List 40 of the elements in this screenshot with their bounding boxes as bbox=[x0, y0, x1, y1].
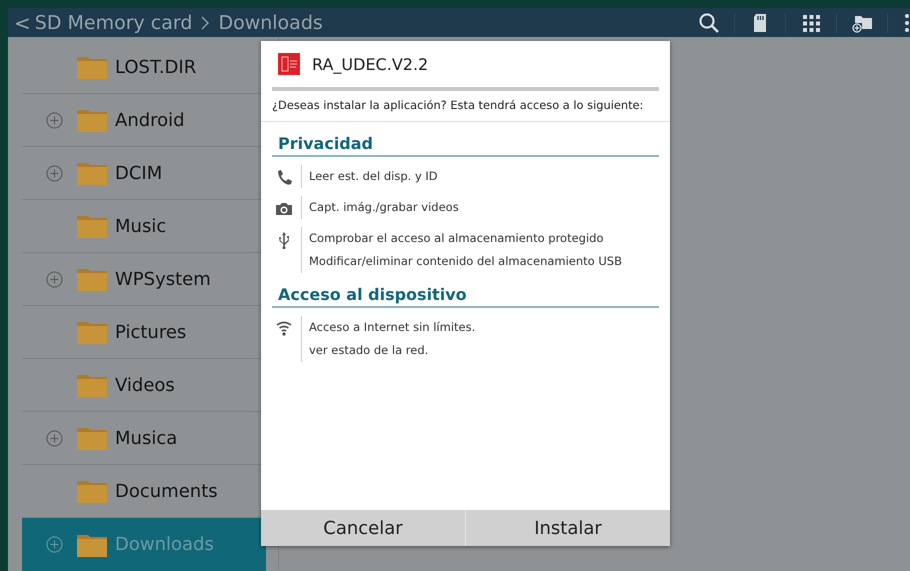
section-title: Privacidad bbox=[272, 128, 659, 157]
more-icon[interactable] bbox=[904, 12, 910, 34]
wifi-icon bbox=[275, 320, 293, 338]
folder-icon bbox=[77, 532, 107, 556]
folder-icon bbox=[77, 55, 107, 79]
breadcrumb[interactable]: Downloads bbox=[218, 12, 323, 34]
folder-name: LOST.DIR bbox=[115, 56, 196, 78]
chevron-icon bbox=[200, 16, 210, 30]
folder-icon bbox=[77, 320, 107, 344]
install-question: ¿Deseas instalar la aplicación? Esta tendrá acceso a lo siguiente: bbox=[261, 91, 670, 122]
breadcrumb[interactable]: SD Memory card bbox=[34, 12, 192, 34]
back-button[interactable]: < bbox=[14, 10, 31, 34]
folder-name: Videos bbox=[115, 374, 175, 396]
folder-icon bbox=[77, 267, 107, 291]
search-icon[interactable] bbox=[698, 12, 720, 34]
folder-name: WPSystem bbox=[115, 268, 211, 290]
permission-text: Leer est. del disp. y ID bbox=[309, 168, 438, 185]
folder-name: Downloads bbox=[115, 534, 214, 555]
folder-icon bbox=[77, 479, 107, 503]
phone-icon bbox=[275, 169, 293, 187]
camera-icon bbox=[275, 200, 293, 218]
folder-name: Musica bbox=[115, 428, 178, 448]
app-name: RA_UDEC.V2.2 bbox=[312, 54, 428, 74]
folder-name: Android bbox=[115, 110, 185, 130]
folder-name: Pictures bbox=[115, 322, 186, 342]
folder-icon bbox=[77, 108, 107, 132]
folder-icon bbox=[77, 214, 107, 238]
permission-text: Capt. imág./grabar videos bbox=[309, 199, 459, 216]
folder-name: DCIM bbox=[115, 162, 162, 184]
permission-text: ver estado de la red. bbox=[309, 342, 430, 359]
folder-icon bbox=[77, 426, 107, 450]
folder-name: Music bbox=[115, 216, 166, 236]
permission-text: Modificar/eliminar contenido del almacenamiento USB bbox=[309, 253, 622, 270]
folder-icon bbox=[77, 161, 107, 185]
folder-name: Documents bbox=[115, 480, 218, 502]
permission-text: Comprobar el acceso al almacenamiento protegido bbox=[309, 230, 604, 247]
permission-text: Acceso a Internet sin límites. bbox=[309, 319, 476, 336]
folder-icon bbox=[77, 373, 107, 397]
section-title: Acceso al dispositivo bbox=[272, 279, 659, 308]
app-logo-icon bbox=[278, 53, 300, 75]
